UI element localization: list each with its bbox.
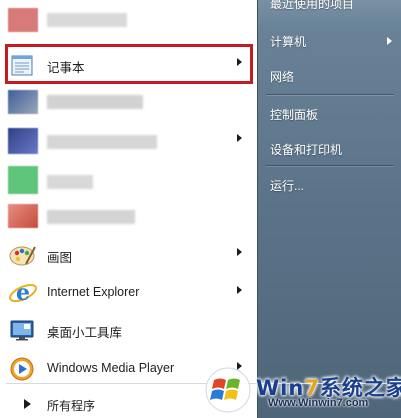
windows-logo-icon	[202, 366, 254, 414]
blurred-program-label	[47, 210, 135, 224]
recent-program-4[interactable]	[0, 164, 257, 198]
internet-explorer-icon: e	[8, 280, 38, 306]
right-item-network[interactable]: 网络	[270, 68, 294, 85]
right-separator	[266, 94, 394, 95]
right-item-recent[interactable]: 最近使用的项目	[270, 0, 354, 12]
media-player-icon	[8, 357, 38, 381]
highlight-box	[5, 44, 253, 84]
menu-item-internet-explorer[interactable]: e Internet Explorer	[0, 276, 257, 310]
recent-program-5[interactable]	[0, 200, 257, 234]
watermark-url: Www.Winwin7.com	[268, 397, 369, 409]
all-programs-arrow-icon	[24, 399, 31, 409]
submenu-arrow-icon[interactable]	[237, 286, 242, 294]
submenu-arrow-icon[interactable]	[237, 134, 242, 142]
svg-text:e: e	[16, 281, 30, 305]
gadgets-label: 桌面小工具库	[47, 326, 123, 340]
recent-program-1[interactable]	[0, 2, 257, 36]
right-separator	[266, 165, 394, 166]
blurred-program-icon	[8, 204, 38, 228]
blurred-program-label	[47, 175, 93, 189]
computer-submenu-arrow-icon[interactable]	[387, 37, 392, 45]
blurred-program-label	[47, 95, 143, 109]
submenu-arrow-icon[interactable]	[237, 248, 242, 256]
blurred-program-icon	[8, 166, 38, 194]
right-item-computer[interactable]: 计算机	[270, 33, 306, 50]
right-item-control-panel[interactable]: 控制面板	[270, 106, 318, 123]
paint-label: 画图	[47, 251, 73, 265]
menu-item-paint[interactable]: 画图	[0, 238, 257, 272]
internet-explorer-label: Internet Explorer	[47, 285, 140, 299]
right-item-devices-printers[interactable]: 设备和打印机	[270, 141, 342, 158]
menu-item-gadgets[interactable]: 桌面小工具库	[0, 313, 257, 347]
blurred-program-icon	[8, 90, 38, 114]
blurred-program-label	[47, 135, 157, 149]
start-menu-right-pane	[257, 0, 401, 418]
gadgets-icon	[8, 318, 38, 342]
blurred-program-icon	[8, 8, 38, 32]
blurred-program-icon	[8, 128, 38, 154]
recent-program-3[interactable]	[0, 124, 257, 158]
right-item-run[interactable]: 运行...	[270, 177, 304, 194]
windows-media-player-label: Windows Media Player	[47, 361, 175, 375]
recent-program-2[interactable]	[0, 84, 257, 118]
paint-palette-icon	[8, 243, 38, 267]
blurred-program-label	[47, 13, 127, 27]
all-programs-label: 所有程序	[47, 399, 96, 413]
